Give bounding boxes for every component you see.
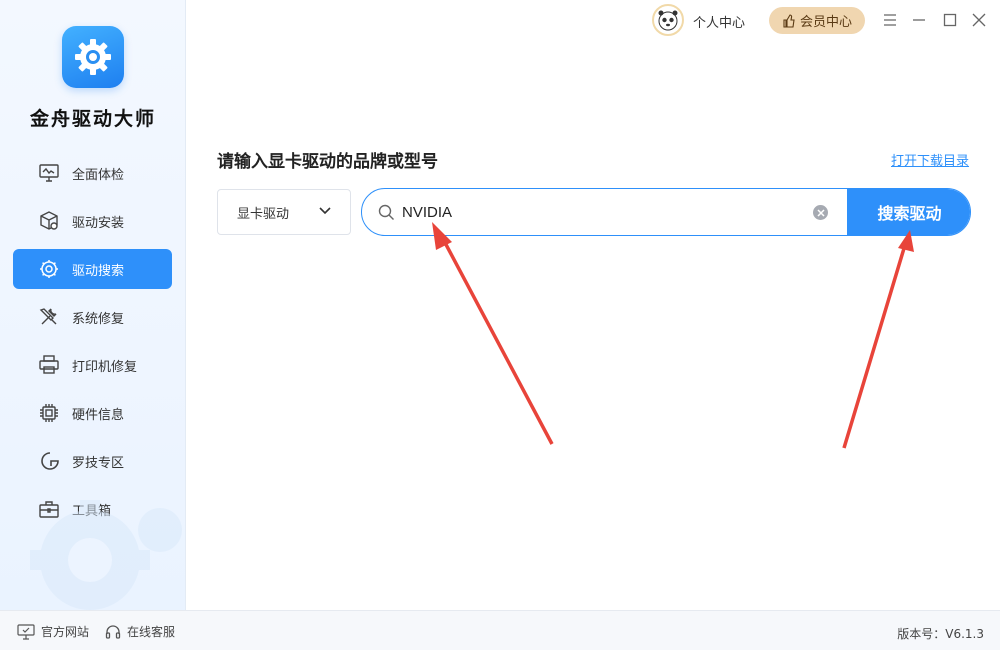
printer-icon xyxy=(37,353,61,377)
app-logo-icon xyxy=(62,26,124,88)
app-title: 金舟驱动大师 xyxy=(29,108,156,130)
annotation-arrow-button xyxy=(842,230,914,449)
status-bar: 官方网站 在线客服 版本号：V6.1.3 xyxy=(0,610,1000,650)
headset-icon xyxy=(105,624,121,639)
sidebar-item-full-check[interactable]: 全面体检 xyxy=(13,153,172,193)
sidebar-item-logitech[interactable]: 罗技专区 xyxy=(13,441,172,481)
chip-icon xyxy=(37,401,61,425)
sidebar-item-driver-install[interactable]: 驱动安装 xyxy=(13,201,172,241)
vip-center-label: 会员中心 xyxy=(799,15,852,30)
sidebar-item-label: 硬件信息 xyxy=(72,407,125,423)
clear-icon[interactable] xyxy=(813,205,828,220)
sidebar: 金舟驱动大师 全面体检 驱动安装 驱动搜索 系统修复 打印机修复 硬件信息 罗技… xyxy=(0,0,186,610)
search-icon xyxy=(378,204,394,220)
search-driver-button[interactable]: 搜索驱动 xyxy=(847,189,970,235)
sidebar-item-label: 打印机修复 xyxy=(72,359,138,375)
search-bar: 搜索驱动 xyxy=(361,188,971,236)
chevron-down-icon xyxy=(319,207,331,215)
sidebar-item-label: 全面体检 xyxy=(72,167,125,183)
sidebar-item-label: 罗技专区 xyxy=(72,455,125,471)
title-bar: 个人中心 会员中心 xyxy=(186,0,1000,42)
sidebar-item-label: 系统修复 xyxy=(72,311,125,327)
driver-type-select[interactable]: 显卡驱动 xyxy=(217,189,351,235)
sidebar-item-driver-search[interactable]: 驱动搜索 xyxy=(13,249,172,289)
vip-center-button[interactable]: 会员中心 xyxy=(769,7,865,34)
logitech-icon xyxy=(37,449,61,473)
gear-search-icon xyxy=(37,257,61,281)
annotation-arrow-input xyxy=(432,222,554,445)
online-support-link[interactable]: 在线客服 xyxy=(105,623,175,640)
close-icon[interactable] xyxy=(969,10,989,30)
driver-type-value: 显卡驱动 xyxy=(237,206,290,222)
online-support-label: 在线客服 xyxy=(127,625,176,639)
maximize-icon[interactable] xyxy=(940,10,960,30)
official-website-link[interactable]: 官方网站 xyxy=(17,623,89,640)
box-gear-icon xyxy=(37,209,61,233)
sidebar-item-label: 驱动安装 xyxy=(72,215,125,231)
user-center-link[interactable]: 个人中心 xyxy=(693,12,745,31)
sidebar-item-hardware-info[interactable]: 硬件信息 xyxy=(13,393,172,433)
tools-icon xyxy=(37,305,61,329)
version-text: 版本号：V6.1.3 xyxy=(897,627,984,641)
search-input[interactable] xyxy=(402,199,802,225)
minimize-icon[interactable] xyxy=(909,10,929,30)
official-website-label: 官方网站 xyxy=(41,625,90,639)
monitor-icon xyxy=(17,623,35,640)
decorative-gear-icon xyxy=(30,500,182,610)
page-heading: 请输入显卡驱动的品牌或型号 xyxy=(217,152,438,172)
avatar-icon[interactable] xyxy=(652,4,684,36)
sidebar-item-label: 驱动搜索 xyxy=(72,263,125,279)
sidebar-item-system-repair[interactable]: 系统修复 xyxy=(13,297,172,337)
thumbs-up-icon xyxy=(783,13,795,28)
open-download-folder-link[interactable]: 打开下载目录 xyxy=(891,150,969,169)
sidebar-item-printer-repair[interactable]: 打印机修复 xyxy=(13,345,172,385)
monitor-check-icon xyxy=(37,161,61,185)
menu-icon[interactable] xyxy=(880,10,900,30)
